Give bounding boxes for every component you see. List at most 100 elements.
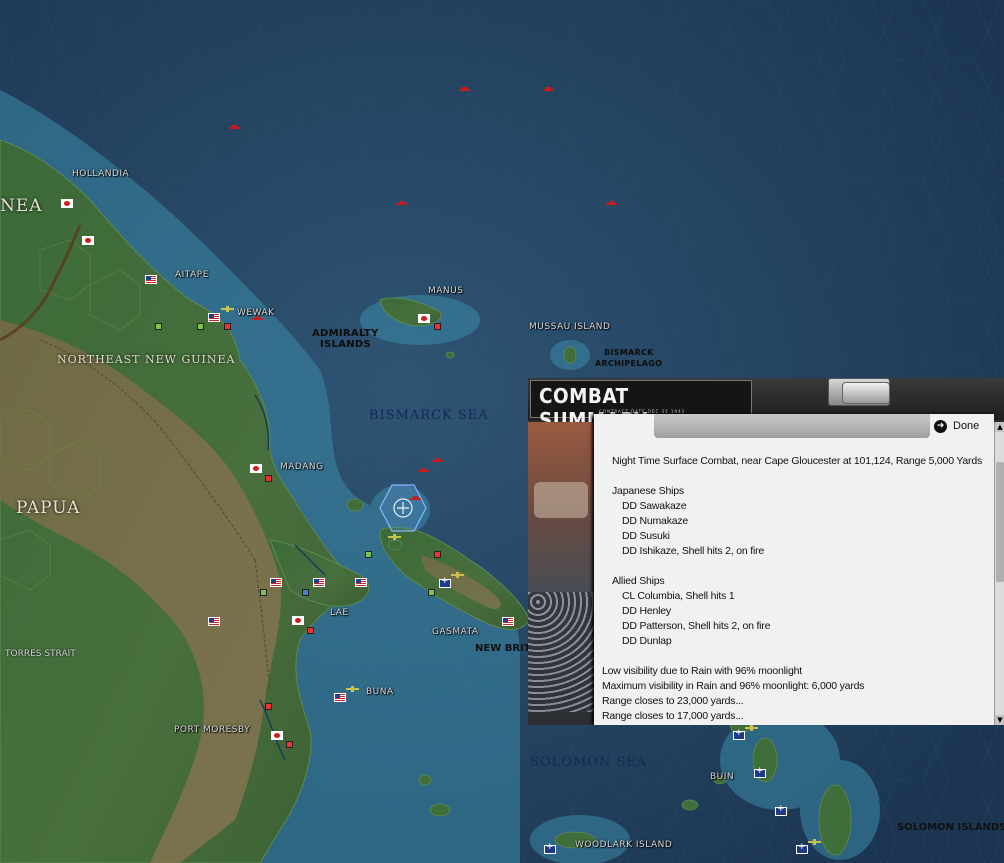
town-label-buin: BUIN <box>710 772 735 782</box>
clipboard-bar <box>654 414 930 438</box>
report-line <box>602 649 982 664</box>
aircraft-icon[interactable] <box>221 306 234 312</box>
aircraft-icon[interactable] <box>745 725 758 731</box>
japanese-base-flag-icon[interactable] <box>250 464 262 473</box>
australian-unit-flag-icon[interactable] <box>775 804 787 816</box>
report-line: DD Susuki <box>622 530 670 542</box>
title-plate: COMBAT SUMMARY CONTRACT DATE DEC 31 1943 <box>530 380 752 432</box>
base-marker-icon[interactable] <box>434 551 441 558</box>
aircraft-icon[interactable] <box>451 572 464 578</box>
japanese-ship-icon[interactable] <box>396 201 407 207</box>
clipboard-clip-icon <box>842 382 890 404</box>
done-label: Done <box>953 420 980 432</box>
aircraft-icon[interactable] <box>346 686 359 692</box>
base-marker-icon[interactable] <box>260 589 267 596</box>
base-marker-icon[interactable] <box>302 589 309 596</box>
label-archipelago: ARCHIPELAGO <box>595 359 663 368</box>
town-label-madang: MADANG <box>280 462 324 472</box>
scroll-up-arrow-icon[interactable]: ▲ <box>995 422 1004 432</box>
us-unit-flag-icon[interactable] <box>502 617 514 626</box>
base-marker-icon[interactable] <box>265 703 272 710</box>
report-line: DD Patterson, Shell hits 2, on fire <box>622 620 771 632</box>
town-label-hollandia: HOLLANDIA <box>72 169 130 179</box>
town-label-lae: LAE <box>330 608 349 618</box>
japanese-ship-icon[interactable] <box>543 87 554 93</box>
report-line: DD Henley <box>622 605 671 617</box>
japanese-ship-icon[interactable] <box>252 316 263 322</box>
japanese-ship-icon[interactable] <box>459 87 470 93</box>
australian-unit-flag-icon[interactable] <box>796 842 808 854</box>
report-line: Japanese Ships <box>612 485 684 497</box>
aircraft-icon[interactable] <box>808 839 821 845</box>
report-line: Allied Ships <box>612 575 665 587</box>
japanese-base-flag-icon[interactable] <box>82 236 94 245</box>
base-marker-icon[interactable] <box>434 323 441 330</box>
us-unit-flag-icon[interactable] <box>145 275 157 284</box>
japanese-base-flag-icon[interactable] <box>61 199 73 208</box>
australian-unit-flag-icon[interactable] <box>439 576 451 588</box>
report-scrollbar[interactable]: ▲ ▼ <box>994 422 1004 725</box>
report-line: DD Sawakaze <box>622 500 687 512</box>
report-line: Night Time Surface Combat, near Cape Glo… <box>612 455 982 467</box>
us-unit-flag-icon[interactable] <box>355 578 367 587</box>
japanese-ship-icon[interactable] <box>410 496 421 502</box>
scroll-thumb[interactable] <box>996 462 1004 582</box>
report-line: Range closes to 17,000 yards... <box>602 710 744 722</box>
report-line: Range closes to 23,000 yards... <box>602 695 744 707</box>
australian-unit-flag-icon[interactable] <box>733 728 745 740</box>
base-marker-icon[interactable] <box>155 323 162 330</box>
town-label-port-moresby: PORT MORESBY <box>174 725 251 735</box>
base-marker-icon[interactable] <box>197 323 204 330</box>
japanese-base-flag-icon[interactable] <box>271 731 283 740</box>
photo-vehicle <box>534 482 588 518</box>
japanese-ship-icon[interactable] <box>432 458 443 464</box>
report-line: Maximum visibility in Rain and 96% moonl… <box>602 680 865 692</box>
report-line: DD Numakaze <box>622 515 689 527</box>
label-new-britain: NEW BRIT <box>475 643 531 654</box>
sea-label-solomon-sea: SOLOMON SEA <box>530 755 648 770</box>
done-button[interactable]: ➜ Done <box>934 418 979 434</box>
combat-report-text: Night Time Surface Combat, near Cape Glo… <box>602 454 982 724</box>
region-label-northeast-new-guinea: NORTHEAST NEW GUINEA <box>57 353 236 366</box>
aircraft-icon[interactable] <box>388 534 401 540</box>
decorative-photo <box>528 422 594 725</box>
australian-unit-flag-icon[interactable] <box>544 842 556 854</box>
town-label-aitape: AITAPE <box>175 270 209 280</box>
japanese-ship-icon[interactable] <box>606 201 617 207</box>
town-label-woodlark-island: WOODLARK ISLAND <box>575 840 673 850</box>
us-unit-flag-icon[interactable] <box>313 578 325 587</box>
us-unit-flag-icon[interactable] <box>334 693 346 702</box>
region-label-nea: NEA <box>0 196 43 216</box>
combat-summary-window: COMBAT SUMMARY CONTRACT DATE DEC 31 1943… <box>528 378 1004 725</box>
label-admiralty: ADMIRALTY <box>312 328 379 339</box>
town-label-mussau-island: MUSSAU ISLAND <box>529 322 611 332</box>
town-label-manus: MANUS <box>428 286 464 296</box>
base-marker-icon[interactable] <box>224 323 231 330</box>
scroll-down-arrow-icon[interactable]: ▼ <box>995 715 1004 725</box>
photo-crowd <box>528 592 594 712</box>
arrow-right-circle-icon: ➜ <box>934 419 947 433</box>
japanese-base-flag-icon[interactable] <box>292 616 304 625</box>
base-marker-icon[interactable] <box>307 627 314 634</box>
japanese-ship-icon[interactable] <box>229 125 240 131</box>
australian-unit-flag-icon[interactable] <box>754 766 766 778</box>
report-line <box>602 469 982 484</box>
sea-label-bismarck-sea: BISMARCK SEA <box>369 408 489 423</box>
base-marker-icon[interactable] <box>265 475 272 482</box>
us-unit-flag-icon[interactable] <box>208 313 220 322</box>
base-marker-icon[interactable] <box>428 589 435 596</box>
region-label-papua: PAPUA <box>16 498 81 518</box>
base-marker-icon[interactable] <box>286 741 293 748</box>
label-solomon-islands: SOLOMON ISLANDS <box>897 822 1004 833</box>
label-bismarck: BISMARCK <box>604 348 654 357</box>
japanese-base-flag-icon[interactable] <box>418 314 430 323</box>
report-line: Low visibility due to Rain with 96% moon… <box>602 665 802 677</box>
label-islands: ISLANDS <box>320 339 372 350</box>
town-label-gasmata: GASMATA <box>432 627 479 637</box>
base-marker-icon[interactable] <box>365 551 372 558</box>
us-unit-flag-icon[interactable] <box>270 578 282 587</box>
label-torres-strait: TORRES STRAIT <box>5 649 76 659</box>
report-paper: ➜ Done Night Time Surface Combat, near C… <box>594 414 994 725</box>
us-unit-flag-icon[interactable] <box>208 617 220 626</box>
japanese-ship-icon[interactable] <box>418 468 429 474</box>
